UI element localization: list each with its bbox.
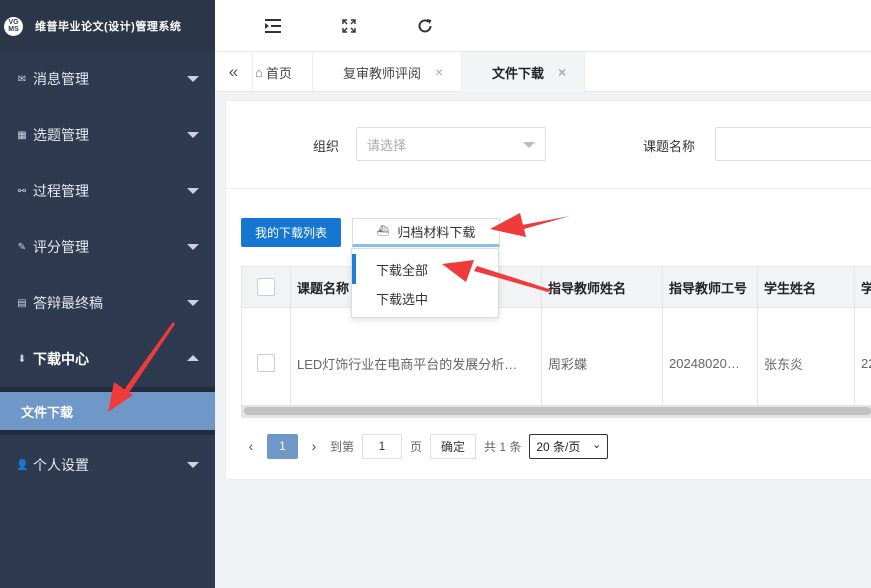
tab-label: 复审教师评阅 xyxy=(343,65,422,81)
chevron-up-icon xyxy=(187,355,199,361)
envelope-icon: ✉ xyxy=(17,73,27,85)
sidebar-item-label: 下载中心 xyxy=(33,351,89,367)
select-all-checkbox[interactable] xyxy=(257,278,275,296)
sidebar-item-label: 个人设置 xyxy=(33,457,89,473)
top-header xyxy=(215,0,871,52)
menu-item-download-all[interactable]: 下载全部 xyxy=(352,254,498,284)
user-icon: 👤 xyxy=(16,459,29,471)
sidebar-item-personal[interactable]: 👤 个人设置 xyxy=(0,437,215,493)
chevron-right-icon[interactable]: › xyxy=(304,438,324,454)
grid-icon: ▦ xyxy=(17,129,27,141)
scrollbar-thumb[interactable] xyxy=(244,407,871,415)
clipboard-icon: ▤ xyxy=(17,297,27,309)
logo-bar: VG MS 维普毕业论文(设计)管理系统 xyxy=(0,0,215,52)
horizontal-scrollbar[interactable] xyxy=(242,405,871,417)
edit-icon: ✎ xyxy=(17,241,27,253)
archive-download-dropdown: 下载全部 下载选中 xyxy=(351,248,499,318)
chevron-down-icon xyxy=(523,142,535,148)
cell-topic: LED灯饰行业在电商平台的发展分析… xyxy=(291,308,542,417)
tab-home[interactable]: ⌂ 首页 xyxy=(253,52,313,92)
close-icon[interactable]: × xyxy=(558,64,566,80)
chevron-down-icon xyxy=(187,76,199,82)
download-submenu: 文件下载 xyxy=(0,387,215,435)
header-teacher-id[interactable]: 指导教师工号 xyxy=(663,267,758,307)
tab-label: 首页 xyxy=(265,65,292,81)
double-chevron-left-icon[interactable]: « xyxy=(215,52,253,92)
org-label: 组织 xyxy=(313,139,340,154)
sidebar-subitem-file-download[interactable]: 文件下载 xyxy=(0,392,215,430)
row-checkbox-cell xyxy=(242,308,291,417)
sidebar-item-process[interactable]: ⚯ 过程管理 xyxy=(0,163,215,219)
cell-extra: 22 xyxy=(861,355,871,371)
app-title: 维普毕业论文(设计)管理系统 xyxy=(35,21,182,33)
header-extra[interactable]: 学 xyxy=(855,267,871,307)
filter-row: 组织 请选择 课题名称 xyxy=(226,101,871,189)
header-teacher-name[interactable]: 指导教师姓名 xyxy=(542,267,663,307)
current-page[interactable]: 1 xyxy=(267,433,298,459)
cell-teacher-name: 周彩蝶 xyxy=(542,308,663,417)
table-header: 课题名称 指导教师姓名 指导教师工号 学生姓名 学 xyxy=(242,267,871,308)
page-suffix: 页 xyxy=(410,439,423,454)
chevron-down-icon xyxy=(187,244,199,250)
tab-label: 文件下载 xyxy=(492,65,545,81)
close-icon[interactable]: × xyxy=(435,64,443,80)
header-student-name[interactable]: 学生姓名 xyxy=(758,267,855,307)
sidebar-item-download-center[interactable]: ⬇ 下载中心 xyxy=(0,331,215,387)
sidebar-item-label: 过程管理 xyxy=(33,183,89,199)
archive-download-label: 归档材料下载 xyxy=(397,225,476,240)
chevron-down-icon xyxy=(187,188,199,194)
download-circle-icon: ⬇ xyxy=(17,353,27,365)
tabs-bar: « ⌂ 首页 复审教师评阅 × 文件下载 × xyxy=(215,52,871,92)
tab-review[interactable]: 复审教师评阅 × xyxy=(313,52,462,92)
archive-download-button[interactable]: ⛴ 归档材料下载 xyxy=(352,218,500,247)
row-checkbox[interactable] xyxy=(257,354,275,372)
logo-icon: VG MS xyxy=(4,16,23,36)
sidebar-item-label: 答辩最终稿 xyxy=(33,295,103,311)
fullscreen-icon[interactable] xyxy=(338,15,360,37)
sidebar: VG MS 维普毕业论文(设计)管理系统 ✉ 消息管理 ▦ 选题管理 ⚯ 过程管… xyxy=(0,0,215,588)
my-downloads-button[interactable]: 我的下载列表 xyxy=(241,218,341,247)
pagination: ‹ 1 › 到第 1 页 确定 共 1 条 20 条/页 ⌄ xyxy=(241,431,609,461)
home-icon: ⌂ xyxy=(255,64,263,80)
confirm-button[interactable]: 确定 xyxy=(430,433,477,459)
table-row[interactable]: LED灯饰行业在电商平台的发展分析… 周彩蝶 20248020… 张东炎 22 xyxy=(242,308,871,417)
topic-label: 课题名称 xyxy=(643,139,696,154)
page-size-value: 20 条/页 xyxy=(536,439,581,454)
org-placeholder: 请选择 xyxy=(367,137,407,153)
goto-label: 到第 xyxy=(330,439,355,454)
sidebar-item-label: 消息管理 xyxy=(33,71,89,87)
refresh-icon[interactable] xyxy=(414,15,436,37)
logo-bottom-text: MS xyxy=(8,26,19,33)
cell-teacher-id: 20248020… xyxy=(663,308,758,417)
chevron-down-icon: ⌄ xyxy=(592,438,602,451)
data-table: 课题名称 指导教师姓名 指导教师工号 学生姓名 学 LED灯饰行业在电商平台的发… xyxy=(241,266,871,418)
logo-top-text: VG xyxy=(8,19,19,26)
tab-file-download[interactable]: 文件下载 × xyxy=(462,52,585,92)
cell-student-name: 张东炎 xyxy=(758,308,855,417)
chevron-down-icon xyxy=(187,300,199,306)
page-size-select[interactable]: 20 条/页 ⌄ xyxy=(529,433,609,459)
sidebar-item-topics[interactable]: ▦ 选题管理 xyxy=(0,107,215,163)
sidebar-item-scoring[interactable]: ✎ 评分管理 xyxy=(0,219,215,275)
org-select[interactable]: 请选择 xyxy=(356,127,546,161)
sidebar-item-label: 评分管理 xyxy=(33,239,89,255)
goto-page-input[interactable]: 1 xyxy=(362,433,403,459)
binoculars-icon: ⚯ xyxy=(17,185,27,197)
ship-icon: ⛴ xyxy=(376,226,390,237)
sidebar-item-messages[interactable]: ✉ 消息管理 xyxy=(0,51,215,107)
sidebar-item-defense[interactable]: ▤ 答辩最终稿 xyxy=(0,275,215,331)
menu-item-download-selected[interactable]: 下载选中 xyxy=(352,283,498,313)
indent-icon[interactable] xyxy=(262,15,284,37)
chevron-down-icon xyxy=(187,462,199,468)
header-checkbox-cell xyxy=(242,267,291,307)
sidebar-item-label: 选题管理 xyxy=(33,127,89,143)
chevron-left-icon[interactable]: ‹ xyxy=(241,438,261,454)
chevron-down-icon xyxy=(187,132,199,138)
total-count: 共 1 条 xyxy=(484,439,522,454)
topic-input[interactable] xyxy=(715,127,871,161)
content-card: 组织 请选择 课题名称 我的下载列表 ⛴ 归档材料下载 课题名称 指导教师姓名 … xyxy=(225,100,871,480)
